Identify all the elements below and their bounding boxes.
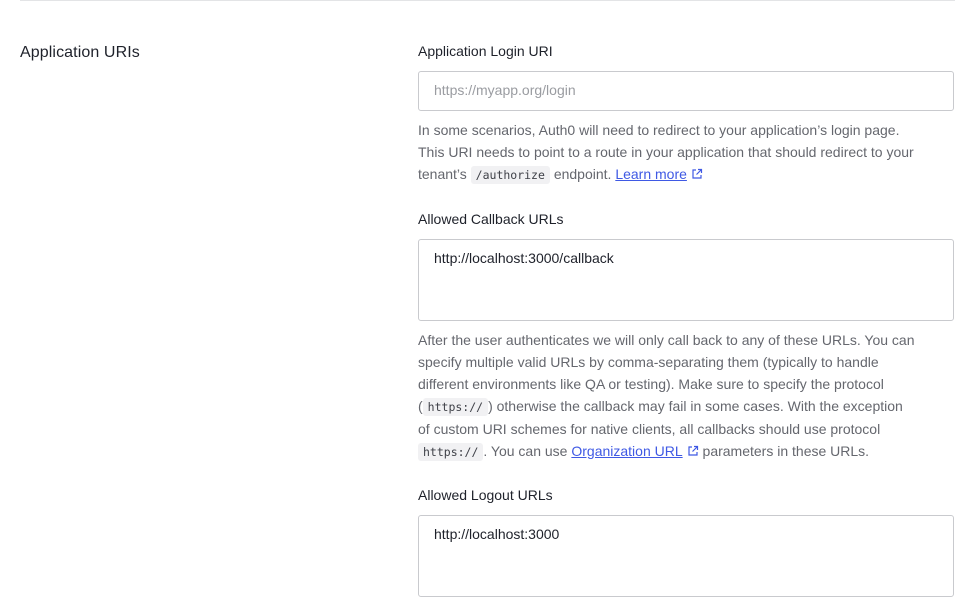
help-text-fragment: endpoint. xyxy=(553,166,612,182)
help-line: tenant’s /authorize endpoint. Learn more xyxy=(418,163,954,186)
logout-urls-label: Allowed Logout URLs xyxy=(418,487,553,503)
external-link-icon xyxy=(687,441,699,463)
organization-url-label: Organization URL xyxy=(571,443,683,459)
learn-more-label: Learn more xyxy=(615,166,687,182)
logout-urls-textarea[interactable]: http://localhost:3000 xyxy=(418,515,954,597)
callback-urls-label: Allowed Callback URLs xyxy=(418,211,564,227)
help-line: of custom URI schemes for native clients… xyxy=(418,421,881,437)
https-code: https:// xyxy=(418,443,484,461)
help-line: This URI needs to point to a route in yo… xyxy=(418,144,914,160)
help-text-fragment: tenant’s xyxy=(418,166,467,182)
help-text-fragment: ( xyxy=(418,398,423,414)
callback-urls-value: http://localhost:3000/callback xyxy=(434,250,614,266)
learn-more-link[interactable]: Learn more xyxy=(615,166,703,182)
help-text-fragment: . You can use xyxy=(483,443,568,459)
external-link-icon xyxy=(691,164,703,186)
logout-urls-value: http://localhost:3000 xyxy=(434,526,560,542)
section-title: Application URIs xyxy=(20,44,140,61)
help-line: In some scenarios, Auth0 will need to re… xyxy=(418,122,900,138)
organization-url-link[interactable]: Organization URL xyxy=(571,443,682,459)
help-text-fragment: parameters in these URLs. xyxy=(702,443,870,459)
https-code: https:// xyxy=(422,398,489,416)
authorize-code: /authorize xyxy=(470,166,550,184)
help-line: https://. You can use Organization URL p… xyxy=(418,440,954,463)
help-line: (https://) otherwise the callback may fa… xyxy=(418,395,954,418)
callback-urls-help: After the user authenticates we will onl… xyxy=(418,329,954,463)
help-text-fragment: ) otherwise the callback may fail in som… xyxy=(488,398,903,414)
section-divider xyxy=(20,0,955,1)
login-uri-help: In some scenarios, Auth0 will need to re… xyxy=(418,119,954,186)
login-uri-placeholder: https://myapp.org/login xyxy=(434,82,576,98)
help-line: After the user authenticates we will onl… xyxy=(418,332,915,348)
callback-urls-textarea[interactable]: http://localhost:3000/callback xyxy=(418,239,954,321)
help-line: specify multiple valid URLs by comma-sep… xyxy=(418,354,879,370)
login-uri-input[interactable]: https://myapp.org/login xyxy=(418,71,954,111)
help-line: different environments like QA or testin… xyxy=(418,376,884,392)
login-uri-label: Application Login URI xyxy=(418,43,553,59)
